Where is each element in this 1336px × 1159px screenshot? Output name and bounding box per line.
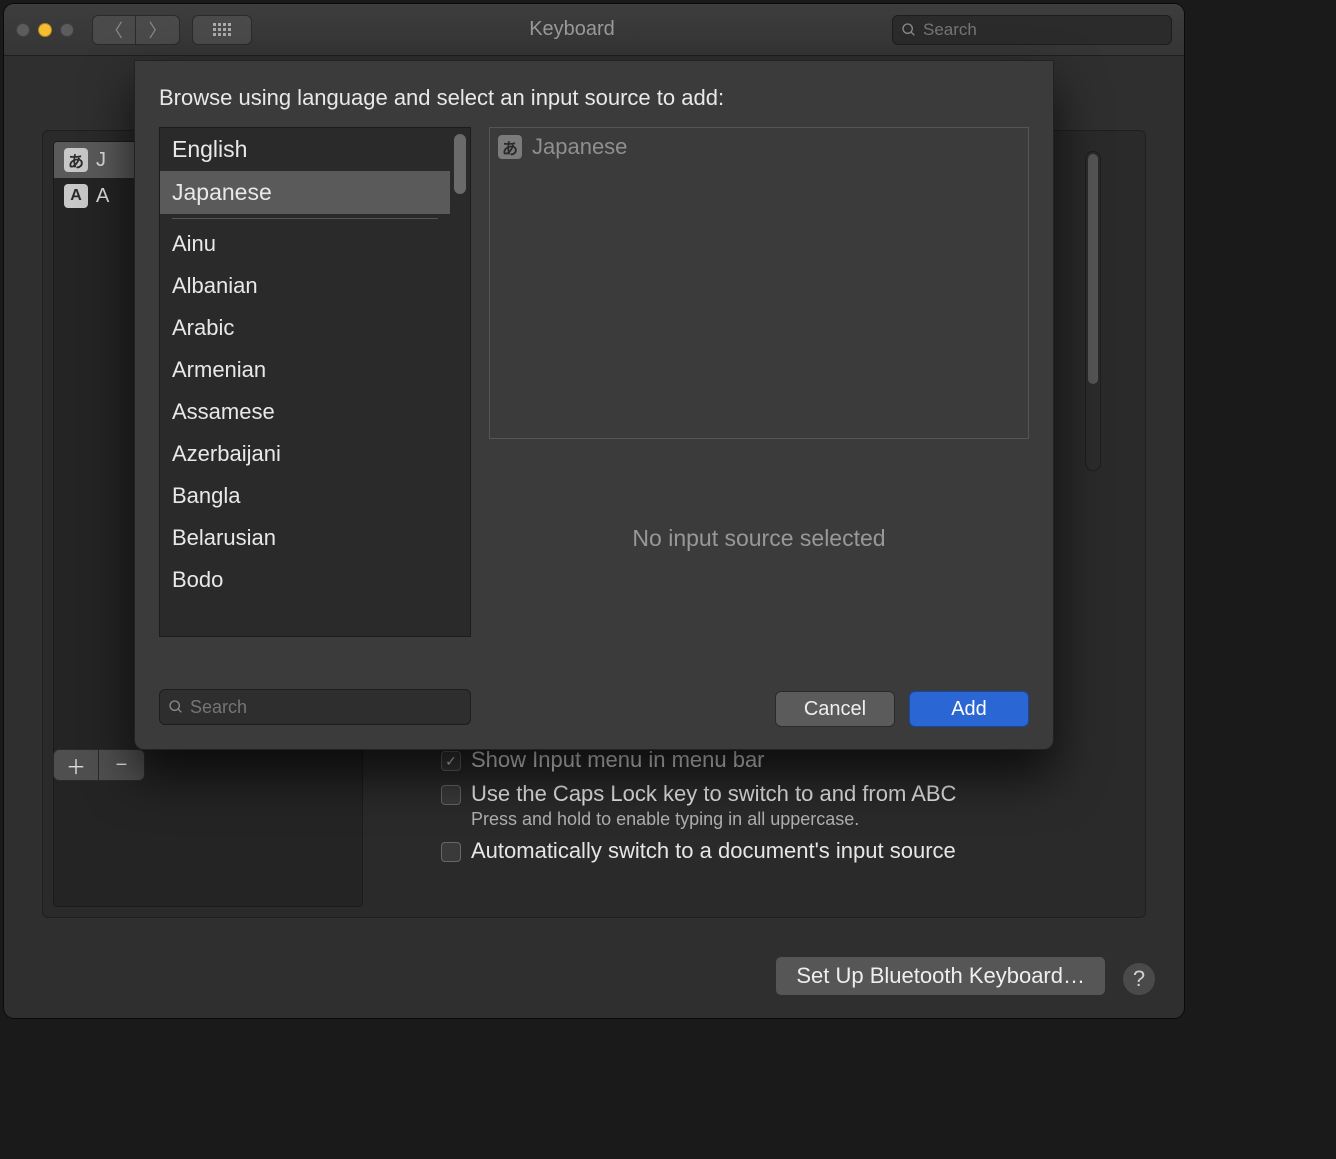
language-item[interactable]: Ainu xyxy=(160,223,450,265)
options: Show Input menu in menu bar Use the Caps… xyxy=(441,747,956,864)
cancel-button[interactable]: Cancel xyxy=(775,691,895,727)
scroll-thumb[interactable] xyxy=(454,134,466,194)
show-input-menu-checkbox[interactable] xyxy=(441,751,461,771)
chevron-right-icon: 〉 xyxy=(149,17,167,43)
sheet-search-input[interactable] xyxy=(190,697,462,718)
input-source-results[interactable]: あ Japanese xyxy=(489,127,1029,439)
forward-button[interactable]: 〉 xyxy=(136,15,180,45)
close-window-button[interactable] xyxy=(16,23,30,37)
toolbar-search[interactable] xyxy=(892,15,1172,45)
language-item[interactable]: Belarusian xyxy=(160,517,450,559)
checkbox-label: Show Input menu in menu bar xyxy=(471,747,765,773)
language-item[interactable]: Albanian xyxy=(160,265,450,307)
zoom-window-button[interactable] xyxy=(60,23,74,37)
remove-source-button[interactable]: − xyxy=(99,749,145,781)
help-icon: ? xyxy=(1133,966,1145,992)
search-icon xyxy=(168,699,184,715)
language-item[interactable]: Bangla xyxy=(160,475,450,517)
input-source-icon: あ xyxy=(498,135,522,159)
scrollbar[interactable] xyxy=(1085,151,1101,471)
checkbox-label: Use the Caps Lock key to switch to and f… xyxy=(471,781,956,807)
keyboard-preview: No input source selected xyxy=(489,439,1029,637)
input-source-result-item[interactable]: あ Japanese xyxy=(498,134,1020,160)
scrollbar[interactable] xyxy=(454,134,466,632)
window-title: Keyboard xyxy=(260,18,884,41)
titlebar: 〈 〉 Keyboard xyxy=(4,4,1184,56)
traffic-lights xyxy=(16,23,74,37)
input-source-icon: あ xyxy=(64,148,88,172)
language-item[interactable]: Azerbaijani xyxy=(160,433,450,475)
help-button[interactable]: ? xyxy=(1122,962,1156,996)
separator xyxy=(172,218,438,219)
scroll-thumb[interactable] xyxy=(1088,154,1098,384)
add-source-button[interactable]: ＋ xyxy=(53,749,99,781)
input-source-label: Japanese xyxy=(532,134,627,160)
input-source-label: A xyxy=(96,185,109,208)
bluetooth-keyboard-button[interactable]: Set Up Bluetooth Keyboard… xyxy=(775,956,1106,996)
checkbox-label: Automatically switch to a document's inp… xyxy=(471,838,956,864)
add-input-source-sheet: Browse using language and select an inpu… xyxy=(134,60,1054,750)
language-item[interactable]: Assamese xyxy=(160,391,450,433)
auto-switch-checkbox[interactable] xyxy=(441,842,461,862)
language-item[interactable]: Japanese xyxy=(160,171,450,214)
minimize-window-button[interactable] xyxy=(38,23,52,37)
search-icon xyxy=(901,22,917,38)
add-remove-buttons: ＋ − xyxy=(53,749,145,781)
show-all-button[interactable] xyxy=(192,15,252,45)
preview-message: No input source selected xyxy=(632,525,885,552)
caps-lock-switch-checkbox[interactable] xyxy=(441,785,461,805)
plus-icon: ＋ xyxy=(66,757,86,779)
input-source-label: J xyxy=(96,149,106,172)
language-item[interactable]: English xyxy=(160,128,450,171)
sheet-search[interactable] xyxy=(159,689,471,725)
keyboard-prefs-window: 〈 〉 Keyboard あ J A A xyxy=(4,4,1184,1018)
grid-icon xyxy=(213,23,231,36)
sheet-title: Browse using language and select an inpu… xyxy=(159,85,1029,111)
back-button[interactable]: 〈 xyxy=(92,15,136,45)
input-source-icon: A xyxy=(64,184,88,208)
toolbar-search-input[interactable] xyxy=(923,20,1163,40)
language-list[interactable]: English Japanese Ainu Albanian Arabic Ar… xyxy=(159,127,471,637)
language-item[interactable]: Bodo xyxy=(160,559,450,601)
add-button[interactable]: Add xyxy=(909,691,1029,727)
language-item[interactable]: Arabic xyxy=(160,307,450,349)
chevron-left-icon: 〈 xyxy=(105,17,123,43)
language-item[interactable]: Armenian xyxy=(160,349,450,391)
minus-icon: − xyxy=(116,754,128,776)
checkbox-note: Press and hold to enable typing in all u… xyxy=(471,809,956,830)
